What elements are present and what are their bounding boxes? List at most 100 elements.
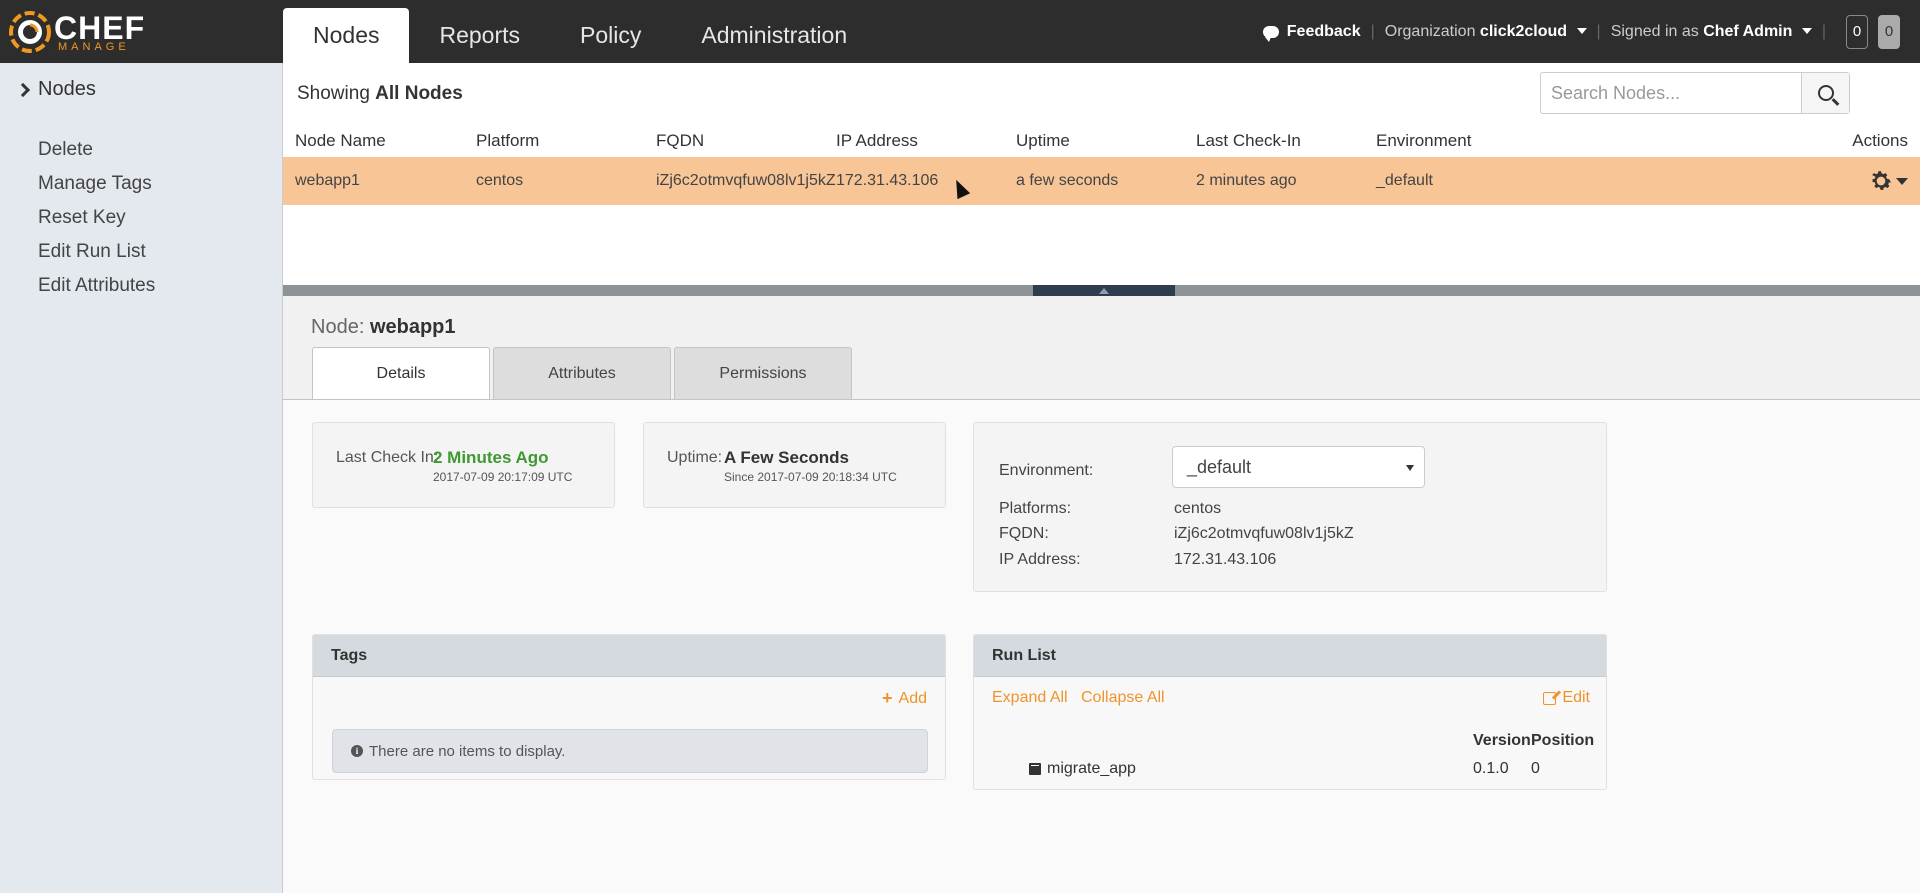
logo-subtitle: MANAGE (58, 40, 130, 53)
tags-panel-title: Tags (313, 635, 945, 677)
uptime-label: Uptime: (667, 449, 723, 466)
chef-logo[interactable]: CHEF MANAGE (8, 8, 168, 56)
alert-badge[interactable]: 0 (1878, 14, 1900, 49)
run-list-panel: Run List Expand All Collapse All Edit Ve… (973, 634, 1607, 790)
add-tag-label: Add (898, 689, 927, 707)
pane-splitter[interactable] (283, 285, 1920, 296)
uptime-value: A Few Seconds (724, 448, 850, 467)
nav-tab-administration[interactable]: Administration (671, 8, 877, 63)
plus-icon: + (882, 688, 893, 708)
node-title-name: webapp1 (369, 316, 456, 338)
showing-value: All Nodes (375, 83, 463, 104)
tab-attributes[interactable]: Attributes (493, 347, 671, 399)
nav-tab-policy[interactable]: Policy (550, 8, 671, 63)
showing-prefix: Showing (297, 83, 370, 104)
notification-badge[interactable]: 0 (1846, 14, 1868, 49)
search-button[interactable] (1801, 73, 1849, 113)
add-tag-button[interactable]: + Add (882, 688, 927, 709)
ip-address-value: 172.31.43.106 (1174, 551, 1277, 568)
logo-title: CHEF (54, 9, 146, 46)
run-list-panel-title: Run List (974, 635, 1606, 677)
environment-label: Environment: (999, 462, 1094, 479)
chevron-down-icon (1896, 177, 1908, 185)
collapse-all-link[interactable]: Collapse All (1081, 689, 1165, 707)
user-menu[interactable]: Signed in as Chef Admin (1611, 23, 1812, 41)
chevron-down-icon (1576, 28, 1587, 35)
column-header-fqdn[interactable]: FQDN (656, 131, 704, 151)
cell-uptime: a few seconds (1016, 172, 1119, 189)
cell-platform: centos (476, 172, 524, 189)
column-header-actions: Actions (1852, 131, 1908, 150)
signed-in-user: Chef Admin (1703, 22, 1793, 40)
organization-value: click2cloud (1479, 22, 1568, 40)
sidebar: Nodes Delete Manage Tags Reset Key Edit … (0, 63, 283, 893)
column-header-environment[interactable]: Environment (1376, 131, 1471, 151)
platforms-value: centos (1174, 500, 1222, 517)
position-column-header: Position (1531, 732, 1595, 749)
last-check-in-label: Last Check In: (336, 449, 439, 466)
showing-summary: Showing All Nodes (297, 83, 463, 105)
info-icon: i (351, 745, 363, 757)
table-header: Node Name Platform FQDN IP Address Uptim… (283, 123, 1920, 157)
column-header-last-check-in[interactable]: Last Check-In (1196, 131, 1301, 151)
version-column-header: Version (1473, 732, 1531, 749)
last-check-in-value: 2 Minutes Ago (433, 448, 549, 467)
cookbook-icon (1029, 763, 1041, 775)
details-body: Last Check In: 2 Minutes Ago 2017-07-09 … (283, 400, 1920, 893)
sidebar-item-reset-key[interactable]: Reset Key (38, 201, 155, 235)
ip-address-label: IP Address: (999, 551, 1081, 568)
detail-tabs: Details Attributes Permissions (312, 347, 855, 400)
sidebar-heading-label: Nodes (38, 78, 96, 100)
last-check-in-timestamp: 2017-07-09 20:17:09 UTC (433, 470, 573, 484)
column-header-uptime[interactable]: Uptime (1016, 131, 1070, 151)
sidebar-item-edit-attributes[interactable]: Edit Attributes (38, 269, 155, 303)
sidebar-item-manage-tags[interactable]: Manage Tags (38, 167, 155, 201)
organization-selector[interactable]: Organization click2cloud (1385, 23, 1587, 41)
run-list-item[interactable]: migrate_app (1029, 760, 1136, 778)
main-nav: Nodes Reports Policy Administration (283, 8, 877, 63)
tags-panel: Tags + Add i There are no items to displ… (312, 634, 946, 780)
tab-details[interactable]: Details (312, 347, 490, 400)
nav-tab-nodes[interactable]: Nodes (283, 8, 410, 63)
row-actions-menu[interactable] (1868, 168, 1908, 194)
nav-tab-reports[interactable]: Reports (409, 8, 550, 63)
column-header-node-name[interactable]: Node Name (295, 131, 386, 151)
user-controls: Feedback | Organization click2cloud | Si… (1262, 0, 1900, 63)
sidebar-item-edit-run-list[interactable]: Edit Run List (38, 235, 155, 269)
platforms-label: Platforms: (999, 500, 1072, 517)
cell-environment: _default (1376, 172, 1433, 189)
node-title: Node: webapp1 (311, 316, 456, 339)
sidebar-item-delete[interactable]: Delete (38, 133, 155, 167)
chevron-down-icon (1406, 465, 1414, 471)
edit-icon (1543, 691, 1557, 705)
splitter-handle[interactable] (1033, 285, 1175, 296)
tab-permissions[interactable]: Permissions (674, 347, 852, 399)
feedback-label: Feedback (1286, 22, 1361, 40)
fqdn-value: iZj6c2otmvqfuw08lv1j5kZ (1174, 525, 1354, 542)
column-header-ip-address[interactable]: IP Address (836, 131, 918, 151)
node-title-label: Node: (311, 316, 365, 338)
feedback-link[interactable]: Feedback (1262, 22, 1361, 42)
node-detail-pane: Node: webapp1 Details Attributes Permiss… (283, 296, 1920, 893)
node-info-card: Environment: _default Platforms: centos … (973, 422, 1607, 592)
expand-all-link[interactable]: Expand All (992, 689, 1068, 707)
run-list-item-name: migrate_app (1047, 760, 1136, 777)
chevron-down-icon (1801, 28, 1812, 35)
search-input[interactable] (1541, 73, 1801, 113)
sidebar-actions: Delete Manage Tags Reset Key Edit Run Li… (38, 133, 155, 303)
table-row[interactable]: webapp1 centos iZj6c2otmvqfuw08lv1j5kZ 1… (283, 157, 1920, 205)
uptime-since: Since 2017-07-09 20:18:34 UTC (724, 470, 897, 484)
last-check-in-card: Last Check In: 2 Minutes Ago 2017-07-09 … (312, 422, 615, 508)
main-content: Showing All Nodes Node Name Platform FQD… (283, 63, 1920, 893)
search-box (1540, 72, 1850, 114)
run-list-item-position: 0 (1531, 760, 1540, 777)
column-header-platform[interactable]: Platform (476, 131, 539, 151)
run-list-item-version: 0.1.0 (1473, 760, 1509, 777)
environment-select[interactable]: _default (1172, 446, 1425, 488)
sidebar-heading-nodes[interactable]: Nodes (15, 78, 96, 101)
gear-icon (1872, 171, 1892, 190)
fqdn-label: FQDN: (999, 525, 1049, 542)
search-icon (1817, 85, 1834, 101)
top-bar: CHEF MANAGE Nodes Reports Policy Adminis… (0, 0, 1920, 63)
edit-run-list-button[interactable]: Edit (1543, 689, 1590, 707)
